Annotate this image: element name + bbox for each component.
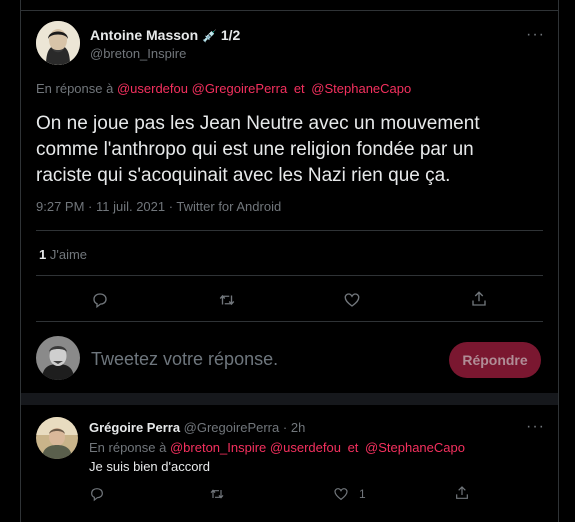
reply-header: Grégoire Perra @GregoirePerra · 2h [89,420,305,435]
share-icon[interactable] [454,485,470,501]
tweet-text-line: comme l'anthropo qui est une religion fo… [36,139,474,160]
reply-icon[interactable] [91,291,109,309]
mention-conjunction: et [293,81,305,96]
divider [36,321,543,322]
tweet-meta[interactable]: 9:27 PM · 11 juil. 2021 · Twitter for An… [36,199,281,214]
reply-input[interactable]: Tweetez votre réponse. [91,349,278,370]
reply-text: Je suis bien d'accord [89,459,210,474]
mention-link[interactable]: @userdefou [117,81,188,96]
reply-author-avatar[interactable] [36,417,78,459]
mention-link[interactable]: @StephaneCapo [365,440,465,455]
separator-dot: · [282,420,288,435]
user-avatar[interactable] [36,336,80,380]
top-divider [21,10,558,11]
share-icon[interactable] [470,290,488,308]
reply-context: En réponse à @userdefou @GregoirePerra e… [36,81,411,96]
likes-label: J'aime [49,247,88,262]
more-icon[interactable]: ··· [526,26,545,44]
divider [36,230,543,231]
section-divider [21,393,558,405]
reply-prefix: En réponse à [89,440,167,455]
reply-prefix: En réponse à [36,81,114,96]
tweet-column: Antoine Masson 💉 1/2 @breton_Inspire ···… [20,0,559,522]
author-name-text[interactable]: Antoine Masson [90,27,198,43]
reply-author-name[interactable]: Grégoire Perra [89,420,180,435]
reply-like-count: 1 [359,487,366,501]
likes-count: 1 [39,247,47,262]
mention-link[interactable]: @GregoirePerra [192,81,288,96]
tweet-text-line: raciste qui s'acoquinait avec les Nazi r… [36,165,451,186]
mention-conjunction: et [347,440,359,455]
reply-context: En réponse à @breton_Inspire @userdefou … [89,440,465,455]
divider [36,275,543,276]
retweet-icon[interactable] [217,291,237,309]
author-handle[interactable]: @breton_Inspire [90,46,186,61]
syringe-icon: 💉 [202,29,217,43]
likes-stat[interactable]: 1 J'aime [39,247,87,262]
mention-link[interactable]: @StephaneCapo [311,81,411,96]
more-icon[interactable]: ··· [526,418,545,436]
reply-button[interactable]: Répondre [449,342,541,378]
author-avatar[interactable] [36,21,80,65]
mention-link[interactable]: @breton_Inspire [170,440,266,455]
tweet-text: On ne joue pas les Jean Neutre avec un m… [36,111,480,189]
retweet-icon[interactable] [208,486,226,502]
tweet-text-line: On ne joue pas les Jean Neutre avec un m… [36,113,480,134]
mention-link[interactable]: @userdefou [270,440,341,455]
like-icon[interactable] [333,486,349,502]
like-icon[interactable] [343,291,361,309]
author-name[interactable]: Antoine Masson 💉 1/2 [90,27,240,43]
reply-author-handle[interactable]: @GregoirePerra [184,420,280,435]
reply-time[interactable]: 2h [291,420,305,435]
thread-index: 1/2 [220,27,241,43]
reply-icon[interactable] [89,486,105,502]
